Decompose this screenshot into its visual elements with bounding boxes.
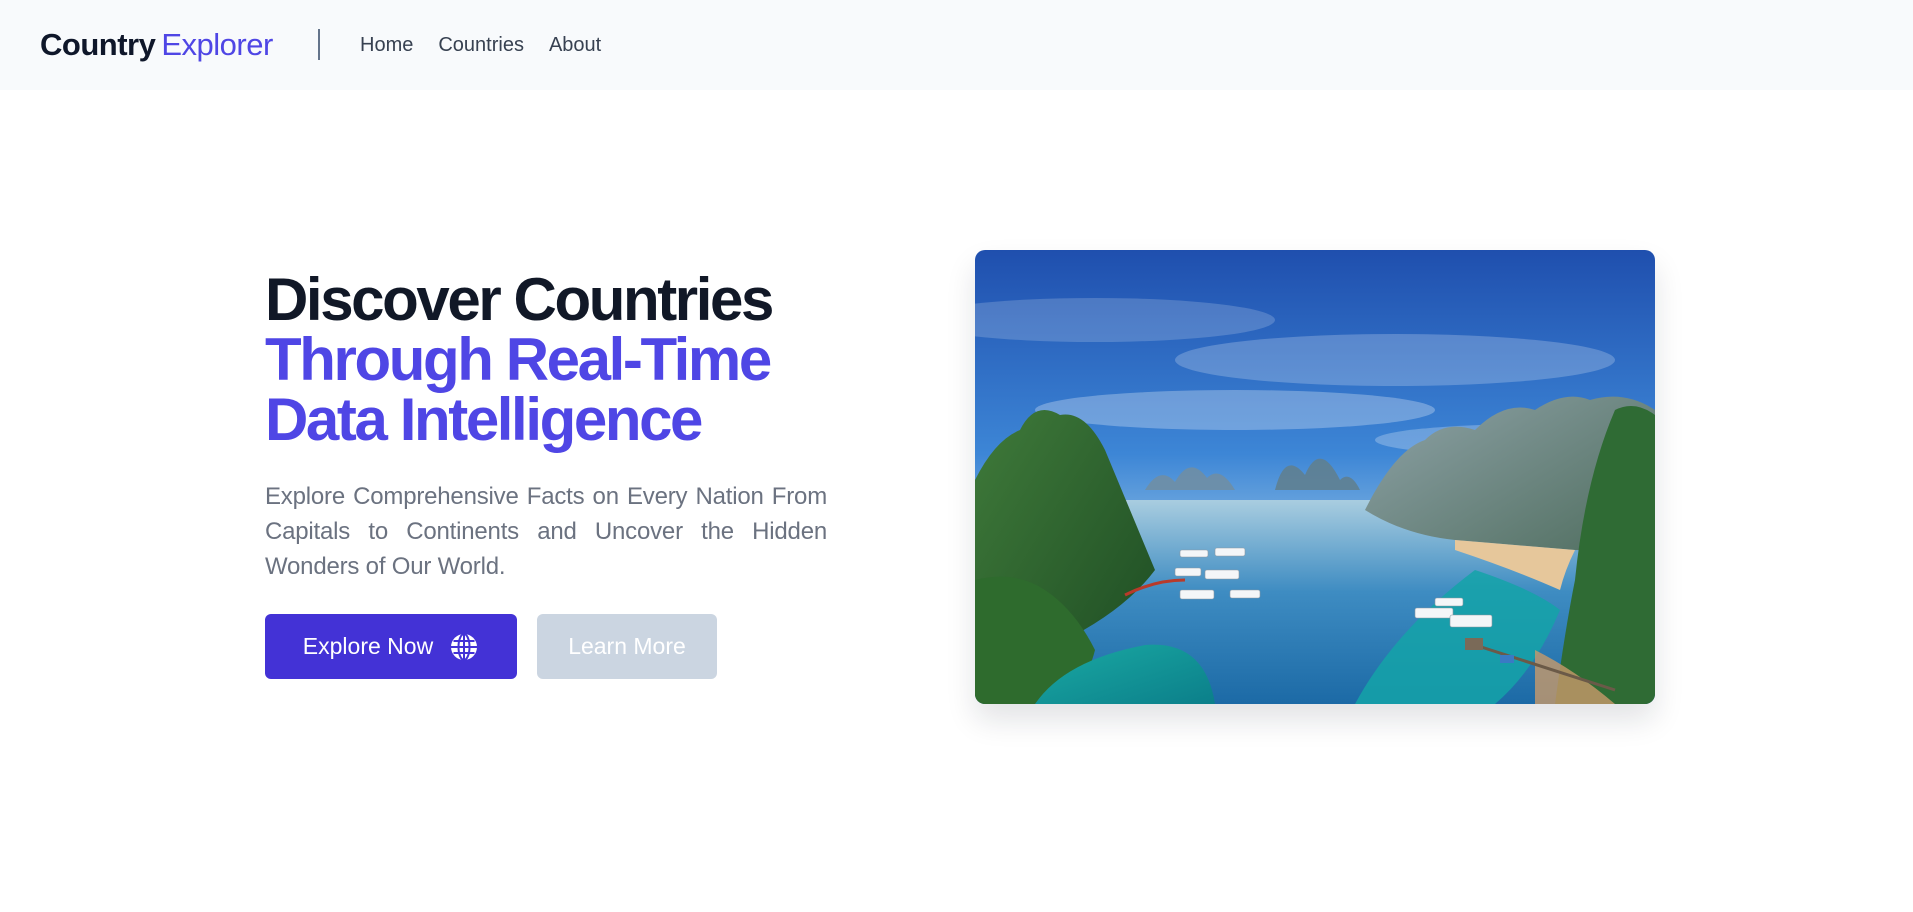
- nav-divider: [318, 29, 320, 60]
- brand-name-strong: Country: [40, 27, 156, 62]
- nav-link-countries[interactable]: Countries: [438, 32, 524, 58]
- hero-subtext: Explore Comprehensive Facts on Every Nat…: [265, 483, 827, 580]
- nav-links: Home Countries About: [360, 32, 601, 58]
- nav-link-about[interactable]: About: [549, 32, 601, 58]
- learn-more-button[interactable]: Learn More: [537, 614, 717, 679]
- brand-logo[interactable]: Country Explorer: [40, 27, 273, 63]
- headline-line-1: Discover Countries: [265, 266, 774, 333]
- hero-headline: Discover Countries Through Real-Time Dat…: [265, 270, 827, 450]
- nav-link-home[interactable]: Home: [360, 32, 413, 58]
- headline-line-2: Through Real-Time: [265, 326, 772, 393]
- explore-now-label: Explore Now: [302, 633, 434, 659]
- hero-buttons: Explore Now Learn More: [265, 614, 827, 679]
- hero-text-section: Discover Countries Through Real-Time Dat…: [265, 270, 827, 679]
- top-navbar: Country Explorer Home Countries About: [0, 0, 1913, 90]
- headline-line-3: Data Intelligence: [265, 386, 703, 453]
- hero-landscape-image: [975, 250, 1655, 704]
- explore-now-button[interactable]: Explore Now: [265, 614, 517, 679]
- globe-icon: [449, 632, 479, 662]
- brand-name-light: Explorer: [161, 27, 273, 62]
